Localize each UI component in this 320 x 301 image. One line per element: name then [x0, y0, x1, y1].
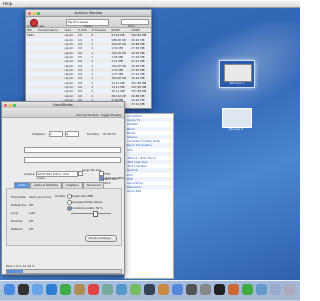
- constant-quality-label: Constant quality: 59 %: [71, 206, 103, 210]
- encode-progress-bar: [6, 269, 122, 274]
- garageband-icon[interactable]: [158, 284, 169, 295]
- duration-label: Duration:: [87, 132, 101, 136]
- ical-icon[interactable]: [88, 284, 99, 295]
- chapter-start-select[interactable]: 1: [49, 131, 63, 137]
- preset-item[interactable]: Xbox 360: [125, 189, 173, 193]
- ichat-icon[interactable]: [60, 284, 71, 295]
- target-size-label: Target size (MB):: [71, 194, 95, 198]
- handbrake-icon[interactable]: [228, 284, 239, 295]
- source-field[interactable]: [24, 147, 121, 153]
- quality-slider[interactable]: [71, 213, 111, 214]
- toolbar: My Processes Quit Process Show Filter: [26, 17, 151, 28]
- codecs-value: AVC/H.264 Video / AAC Audio: [37, 172, 70, 180]
- quit-process-label: Quit Process: [27, 24, 45, 28]
- toggle-presets-button[interactable]: Toggle Presets: [101, 113, 121, 117]
- setting-label: Denoise:: [11, 219, 24, 223]
- filter-search-field[interactable]: [121, 19, 149, 25]
- activity-monitor-window: Activity Monitor My Processes Quit Proce…: [25, 9, 152, 109]
- iphoto-icon[interactable]: [130, 284, 141, 295]
- activity-monitor-icon[interactable]: [242, 284, 253, 295]
- preview-icon[interactable]: [102, 284, 113, 295]
- space-thumbnail-1[interactable]: Window 1: [219, 60, 255, 88]
- setting-label: Deblock:: [11, 227, 24, 231]
- table-cell: 27.41 MB: [131, 102, 145, 107]
- iweb-icon[interactable]: [172, 284, 183, 295]
- menu-help[interactable]: Help: [3, 1, 12, 6]
- chapter-end-value: 9: [66, 132, 68, 136]
- chapters-label: Chapters:: [32, 132, 46, 136]
- presets-drawer: Animation Apple TV Bedlam Blind Broke Classic…: [124, 113, 174, 279]
- setting-value[interactable]: Off: [29, 219, 33, 223]
- codecs-select[interactable]: AVC/H.264 Video / AAC Audio: [36, 171, 78, 180]
- setting-label: Framerate:: [11, 195, 27, 199]
- setting-value[interactable]: auto: [29, 211, 35, 215]
- setting-value[interactable]: Off: [29, 203, 33, 207]
- quality-label: Quality:: [55, 194, 66, 198]
- chapter-start-value: 1: [50, 132, 52, 136]
- system-preferences-icon[interactable]: [200, 284, 211, 295]
- downloads-icon[interactable]: [256, 284, 267, 295]
- avg-bitrate-label: Average bitrate (kbps):: [71, 200, 104, 204]
- setting-value[interactable]: Same as source: [29, 195, 51, 199]
- finder-icon[interactable]: [4, 284, 15, 295]
- video-tab-panel: Quality: Target size (MB): Average bitra…: [6, 188, 122, 246]
- itunes-icon[interactable]: [116, 284, 127, 295]
- encode-progress-fill: [7, 270, 23, 273]
- show-label: Show: [84, 24, 92, 28]
- terminal-icon[interactable]: [214, 284, 225, 295]
- time-machine-icon[interactable]: [186, 284, 197, 295]
- mail-icon[interactable]: [32, 284, 43, 295]
- toolbar: Activity Window Toggle Presets: [2, 108, 124, 118]
- dock: [0, 280, 300, 301]
- filter-label: Filter: [128, 24, 135, 28]
- titlebar: Activity Monitor: [26, 10, 151, 17]
- address-book-icon[interactable]: [74, 284, 85, 295]
- status-line: Pass 1 of 2, 14.49 %: [6, 264, 35, 268]
- chapter-end-select[interactable]: 9: [65, 131, 79, 137]
- trash-icon[interactable]: [284, 284, 295, 295]
- picture-settings-button[interactable]: Picture Settings...: [85, 235, 117, 242]
- setting-label: Detelecine:: [11, 203, 27, 207]
- safari-icon[interactable]: [46, 284, 57, 295]
- codecs-label: Codecs:: [24, 172, 36, 176]
- space-label: Window 2: [228, 127, 244, 131]
- setting-label: Crop:: [11, 211, 19, 215]
- menu-bar: Help: [0, 0, 300, 8]
- window-title: Activity Monitor: [74, 11, 103, 15]
- process-table: PID Process Name User% CPU # Threads RSIZE VS…: [26, 28, 151, 106]
- imovie-icon[interactable]: [144, 284, 155, 295]
- setting-value[interactable]: Off: [29, 227, 33, 231]
- documents-icon[interactable]: [270, 284, 281, 295]
- dashboard-icon[interactable]: [18, 284, 29, 295]
- duration-value: 01:30:33: [103, 132, 116, 136]
- space-label: Window 1: [229, 81, 245, 85]
- space-thumbnail-2[interactable]: Window 2: [222, 108, 252, 132]
- ipod-atom-label: Insert iPod Atom: [103, 177, 118, 185]
- activity-window-button[interactable]: Activity Window: [76, 113, 98, 117]
- quality-slider-knob[interactable]: [93, 211, 98, 217]
- destination-field[interactable]: [24, 157, 121, 163]
- handbrake-window: HandBrake Activity Window Toggle Presets…: [1, 101, 125, 275]
